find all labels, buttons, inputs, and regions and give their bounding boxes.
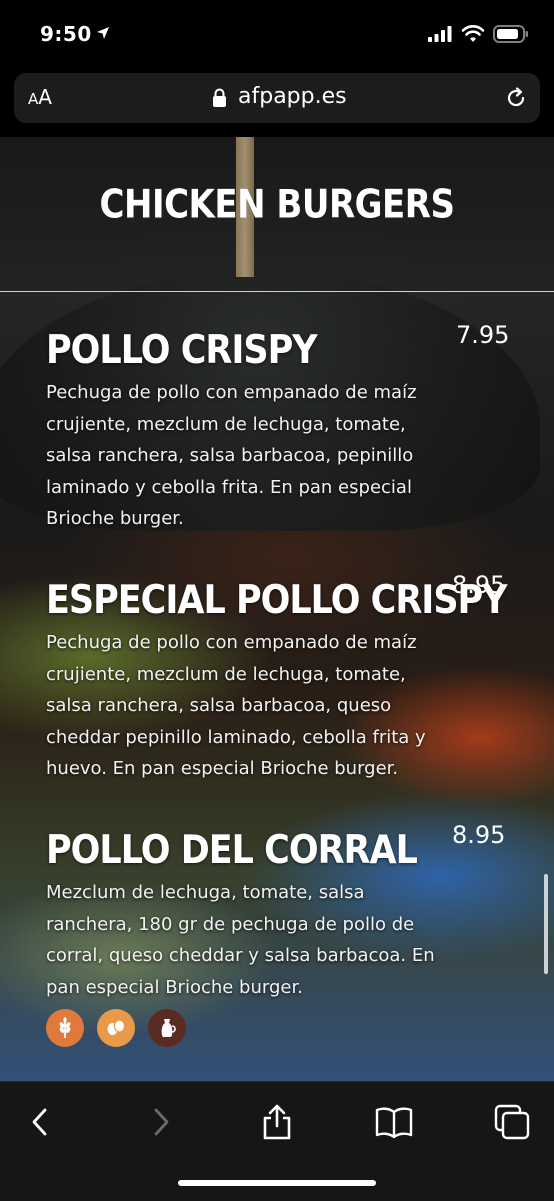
scrollbar[interactable] <box>544 874 548 974</box>
eggs-icon <box>97 1009 135 1047</box>
url-text[interactable]: afpapp.es <box>238 84 347 109</box>
text-size-button[interactable]: AA <box>28 85 52 109</box>
battery-icon <box>493 25 528 43</box>
menu-item-price: 8.95 <box>452 821 506 849</box>
status-bar: 9:50 <box>0 0 554 70</box>
tabs-icon[interactable] <box>492 1102 532 1142</box>
section-title: Chicken Burgers <box>99 182 455 228</box>
status-time: 9:50 <box>40 22 92 46</box>
menu-item-name: Pollo Crispy <box>46 328 318 373</box>
home-indicator[interactable] <box>178 1180 376 1186</box>
share-icon[interactable] <box>257 1102 297 1142</box>
milk-jug-icon <box>148 1009 186 1047</box>
menu-item-name: Especial Pollo Crispy <box>46 578 508 623</box>
text-size-large-label: A <box>38 85 52 109</box>
address-bar[interactable]: AA afpapp.es <box>14 73 540 123</box>
bookmarks-icon[interactable] <box>374 1102 414 1142</box>
cellular-signal-icon <box>428 26 452 42</box>
menu-item-description: Mezclum de lechuga, tomate, salsa ranche… <box>46 882 435 998</box>
menu-item: Pollo Crispy 7.95 Pechuga de pollo con e… <box>46 321 511 535</box>
back-icon[interactable] <box>20 1102 60 1142</box>
menu-item-name: Pollo del Corral <box>46 828 418 873</box>
menu-page: Chicken Burgers Pollo Crispy 7.95 Pechug… <box>0 137 554 1081</box>
location-arrow-icon <box>97 27 109 39</box>
menu-item-price: 7.95 <box>456 321 510 349</box>
text-size-small-label: A <box>28 90 39 108</box>
wifi-icon <box>461 25 485 42</box>
reload-icon[interactable] <box>504 86 528 110</box>
menu-item: Especial Pollo Crispy 8.95 Pechuga de po… <box>46 571 511 785</box>
lock-icon <box>213 88 226 107</box>
gluten-wheat-icon <box>46 1009 84 1047</box>
menu-item-description: Pechuga de pollo con empanado de maíz cr… <box>46 632 426 779</box>
menu-item-price: 8.95 <box>452 571 506 599</box>
forward-icon[interactable] <box>141 1102 181 1142</box>
menu-item-description: Pechuga de pollo con empanado de maíz cr… <box>46 382 417 529</box>
menu-item: Pollo del Corral 8.95 Mezclum de lechuga… <box>46 821 511 1003</box>
